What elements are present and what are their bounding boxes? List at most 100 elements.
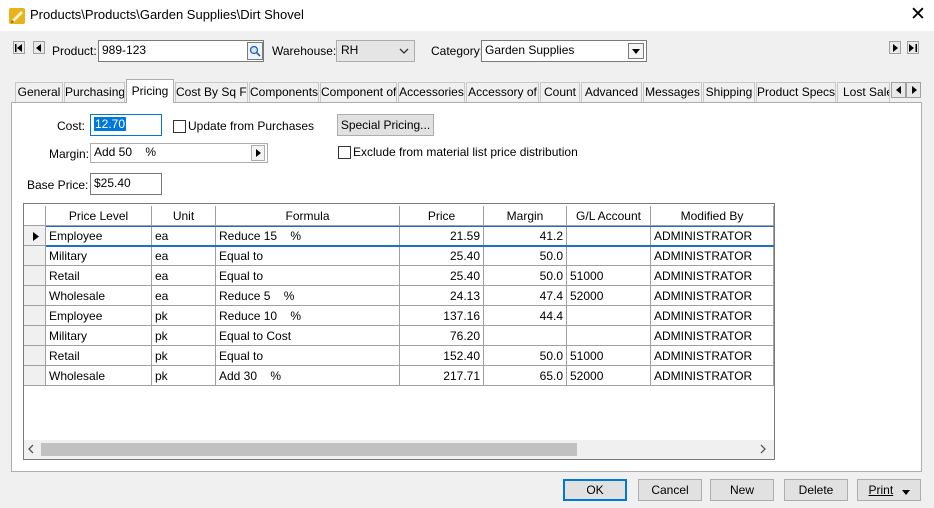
cell-price-level[interactable]: Retail <box>46 266 152 286</box>
cell-modified-by[interactable]: ADMINISTRATOR <box>651 326 774 346</box>
ok-button[interactable]: OK <box>563 479 627 501</box>
tab-lost-sale[interactable]: Lost Sale <box>837 82 890 102</box>
row-selector[interactable] <box>24 266 46 286</box>
cell-price-level[interactable]: Military <box>46 246 152 266</box>
exclude-material-checkbox[interactable] <box>338 146 351 159</box>
cell-formula[interactable]: Equal to Cost <box>216 326 400 346</box>
cell-price[interactable]: 217.71 <box>400 366 484 386</box>
cost-input[interactable]: 12.70 <box>90 114 162 136</box>
cell-formula[interactable]: Reduce 10 % <box>216 306 400 326</box>
row-selector[interactable] <box>24 226 46 246</box>
cell-price[interactable]: 137.16 <box>400 306 484 326</box>
next-record-icon[interactable] <box>889 41 901 54</box>
cell-formula[interactable]: Equal to <box>216 246 400 266</box>
cell-price[interactable]: 76.20 <box>400 326 484 346</box>
tab-scroll-right-icon[interactable] <box>906 82 921 98</box>
cell-gl-account[interactable]: 52000 <box>567 366 651 386</box>
cell-gl-account[interactable] <box>567 226 651 246</box>
cell-gl-account[interactable] <box>567 306 651 326</box>
tab-components[interactable]: Components <box>249 82 319 102</box>
previous-record-icon[interactable] <box>33 41 45 54</box>
scroll-left-icon[interactable] <box>27 443 35 458</box>
cell-price-level[interactable]: Employee <box>46 306 152 326</box>
tab-purchasing[interactable]: Purchasing <box>64 82 125 102</box>
cell-price[interactable]: 152.40 <box>400 346 484 366</box>
scroll-right-icon[interactable] <box>759 443 767 458</box>
cell-unit[interactable]: ea <box>152 226 216 246</box>
column-header-formula[interactable]: Formula <box>216 206 400 226</box>
warehouse-select[interactable]: RH <box>336 40 415 62</box>
row-selector[interactable] <box>24 306 46 326</box>
cell-modified-by[interactable]: ADMINISTRATOR <box>651 366 774 386</box>
row-selector[interactable] <box>24 246 46 266</box>
cell-price[interactable]: 25.40 <box>400 246 484 266</box>
column-header-margin[interactable]: Margin <box>484 206 567 226</box>
last-record-icon[interactable] <box>907 41 919 54</box>
scrollbar-thumb[interactable] <box>41 443 577 456</box>
tab-accessories[interactable]: Accessories <box>398 82 465 102</box>
dropdown-arrow-icon[interactable] <box>628 43 644 59</box>
tab-cost-by-sq-ft[interactable]: Cost By Sq Ft <box>175 82 248 102</box>
tab-general[interactable]: General <box>15 82 63 102</box>
product-input[interactable]: 989-123 <box>98 40 264 62</box>
cell-unit[interactable]: pk <box>152 326 216 346</box>
cell-margin[interactable]: 50.0 <box>484 246 567 266</box>
row-selector[interactable] <box>24 326 46 346</box>
first-record-icon[interactable] <box>13 41 25 54</box>
tab-product-specs[interactable]: Product Specs <box>756 82 836 102</box>
tab-component-of[interactable]: Component of <box>320 82 397 102</box>
new-button[interactable]: New <box>710 479 774 501</box>
column-header-price[interactable]: Price <box>400 206 484 226</box>
row-selector[interactable] <box>24 286 46 306</box>
tab-accessory-of[interactable]: Accessory of <box>466 82 539 102</box>
cell-gl-account[interactable]: 52000 <box>567 286 651 306</box>
update-from-purchases-checkbox[interactable] <box>173 120 186 133</box>
cell-modified-by[interactable]: ADMINISTRATOR <box>651 306 774 326</box>
cell-price-level[interactable]: Military <box>46 326 152 346</box>
tab-messages[interactable]: Messages <box>643 82 702 102</box>
cell-price-level[interactable]: Wholesale <box>46 286 152 306</box>
close-icon[interactable]: ✕ <box>904 2 932 28</box>
cell-gl-account[interactable] <box>567 246 651 266</box>
cell-modified-by[interactable]: ADMINISTRATOR <box>651 346 774 366</box>
cell-unit[interactable]: pk <box>152 306 216 326</box>
cell-modified-by[interactable]: ADMINISTRATOR <box>651 286 774 306</box>
tab-advanced[interactable]: Advanced <box>581 82 642 102</box>
cell-formula[interactable]: Equal to <box>216 346 400 366</box>
cell-unit[interactable]: pk <box>152 346 216 366</box>
horizontal-scrollbar[interactable] <box>24 440 774 459</box>
cell-formula[interactable]: Equal to <box>216 266 400 286</box>
row-selector[interactable] <box>24 366 46 386</box>
cell-gl-account[interactable]: 51000 <box>567 266 651 286</box>
search-icon[interactable] <box>247 42 263 60</box>
cell-margin[interactable] <box>484 326 567 346</box>
cell-price-level[interactable]: Employee <box>46 226 152 246</box>
cell-formula[interactable]: Reduce 15 % <box>216 226 400 246</box>
cell-price-level[interactable]: Retail <box>46 346 152 366</box>
category-select[interactable]: Garden Supplies <box>481 40 647 62</box>
cell-price-level[interactable]: Wholesale <box>46 366 152 386</box>
cell-unit[interactable]: pk <box>152 366 216 386</box>
base-price-input[interactable]: $25.40 <box>90 173 162 195</box>
column-header-price-level[interactable]: Price Level <box>46 206 152 226</box>
cell-price[interactable]: 25.40 <box>400 266 484 286</box>
margin-input[interactable]: Add 50 % <box>90 143 268 163</box>
tab-count[interactable]: Count <box>540 82 580 102</box>
cell-price[interactable]: 24.13 <box>400 286 484 306</box>
cell-formula[interactable]: Reduce 5 % <box>216 286 400 306</box>
cell-margin[interactable]: 65.0 <box>484 366 567 386</box>
row-selector[interactable] <box>24 346 46 366</box>
tab-pricing[interactable]: Pricing <box>126 79 174 103</box>
cell-margin[interactable]: 44.4 <box>484 306 567 326</box>
cell-margin[interactable]: 41.2 <box>484 226 567 246</box>
cell-modified-by[interactable]: ADMINISTRATOR <box>651 226 774 246</box>
cell-margin[interactable]: 47.4 <box>484 286 567 306</box>
cancel-button[interactable]: Cancel <box>638 479 702 501</box>
cell-unit[interactable]: ea <box>152 246 216 266</box>
cell-formula[interactable]: Add 30 % <box>216 366 400 386</box>
cell-price[interactable]: 21.59 <box>400 226 484 246</box>
print-button[interactable]: Print <box>857 479 921 501</box>
column-header-unit[interactable]: Unit <box>152 206 216 226</box>
cell-margin[interactable]: 50.0 <box>484 266 567 286</box>
column-header-gl-account[interactable]: G/L Account <box>567 206 651 226</box>
